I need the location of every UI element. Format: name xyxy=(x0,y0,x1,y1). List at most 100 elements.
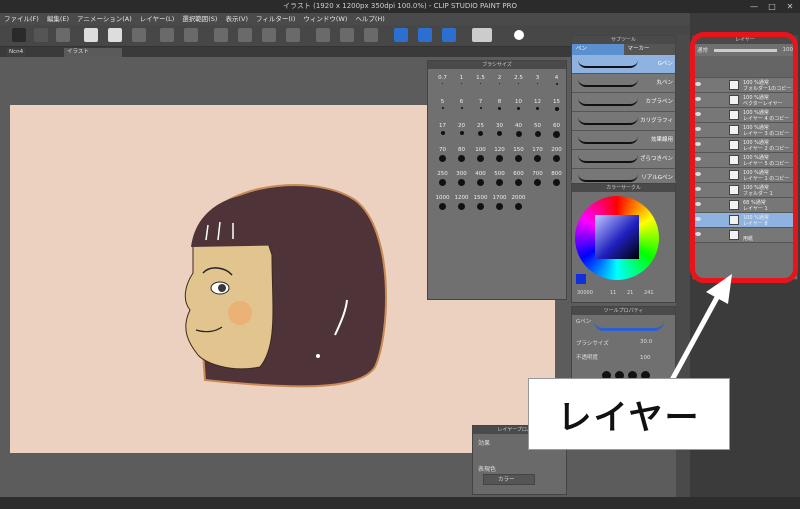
layout-icon[interactable] xyxy=(472,28,492,42)
brush-size-label: 800 xyxy=(551,171,562,177)
subtool-item[interactable]: カリグラフィ xyxy=(572,112,675,131)
brush-size-cell[interactable]: 120 xyxy=(491,147,508,167)
save-icon[interactable] xyxy=(132,28,146,42)
undo-icon[interactable] xyxy=(160,28,174,42)
subtool-list: Gペン 丸ペン カブラペン カリグラフィ 効果線用 ざらつきペン リアルGペン xyxy=(572,55,675,188)
brush-size-value[interactable]: 30.0 xyxy=(640,339,652,345)
close-button[interactable]: ✕ xyxy=(781,0,799,13)
brush-size-cell[interactable]: 1.5 xyxy=(472,75,489,95)
dropdown-icon[interactable] xyxy=(34,28,48,42)
brush-size-cell[interactable]: 1700 xyxy=(491,195,508,215)
select-icon[interactable] xyxy=(340,28,354,42)
brush-size-label: 200 xyxy=(551,147,562,153)
tab-ncn4[interactable]: Ncn4 xyxy=(6,48,27,57)
menu-file[interactable]: ファイル(F) xyxy=(4,13,39,25)
brush-size-cell[interactable]: 2.5 xyxy=(510,75,527,95)
open-file-icon[interactable] xyxy=(108,28,122,42)
new-file-icon[interactable] xyxy=(84,28,98,42)
main-color-swatch[interactable] xyxy=(576,274,586,284)
pen-icon[interactable] xyxy=(394,28,408,42)
subtool-item[interactable]: Gペン xyxy=(572,55,675,74)
menu-window[interactable]: ウィンドウ(W) xyxy=(303,13,347,25)
brush-size-cell[interactable]: 600 xyxy=(510,171,527,191)
opacity-value[interactable]: 100 xyxy=(640,355,651,361)
brush-size-cell[interactable]: 800 xyxy=(548,171,565,191)
tab-illust[interactable]: イラスト xyxy=(64,48,122,57)
brush-size-dot xyxy=(536,107,539,110)
brush-size-dot xyxy=(499,83,500,84)
fill-icon[interactable] xyxy=(316,28,330,42)
brush-size-cell[interactable]: 250 xyxy=(434,171,451,191)
brush-size-cell[interactable]: 100 xyxy=(472,147,489,167)
redo-icon[interactable] xyxy=(184,28,198,42)
brush-size-cell[interactable]: 10 xyxy=(510,99,527,119)
brush-size-cell[interactable]: 1500 xyxy=(472,195,489,215)
brush-size-cell[interactable]: 150 xyxy=(510,147,527,167)
brush-size-cell[interactable]: 2000 xyxy=(510,195,527,215)
expression-color-select[interactable]: カラー xyxy=(483,474,535,485)
brush-size-cell[interactable]: 40 xyxy=(510,123,527,143)
brush-size-cell[interactable]: 2 xyxy=(491,75,508,95)
brush-size-label: 17 xyxy=(439,123,446,129)
menu-animation[interactable]: アニメーション(A) xyxy=(77,13,132,25)
brush-size-label: 15 xyxy=(553,99,560,105)
brush-size-cell[interactable]: 170 xyxy=(529,147,546,167)
brush-size-cell[interactable]: 20 xyxy=(453,123,470,143)
subtool-tab-marker[interactable]: マーカー xyxy=(623,44,675,55)
transform-icon[interactable] xyxy=(238,28,252,42)
crop-icon[interactable] xyxy=(286,28,300,42)
brush-size-cell[interactable]: 15 xyxy=(548,99,565,119)
brush-size-cell[interactable]: 50 xyxy=(529,123,546,143)
brush-size-cell[interactable]: 500 xyxy=(491,171,508,191)
brush-size-cell[interactable]: 80 xyxy=(453,147,470,167)
brush-size-label: 5 xyxy=(440,99,445,105)
brush-size-cell[interactable]: 700 xyxy=(529,171,546,191)
brush-size-cell[interactable]: 6 xyxy=(453,99,470,119)
menu-filter[interactable]: フィルター(I) xyxy=(256,13,295,25)
brush-size-cell[interactable]: 400 xyxy=(472,171,489,191)
brush-size-cell[interactable]: 5 xyxy=(434,99,451,119)
brush-size-cell[interactable]: 1 xyxy=(453,75,470,95)
invert-icon[interactable] xyxy=(364,28,378,42)
subtool-item[interactable]: ざらつきペン xyxy=(572,150,675,169)
menu-layer[interactable]: レイヤー(L) xyxy=(140,13,175,25)
brush-size-cell[interactable]: 1000 xyxy=(434,195,451,215)
new-canvas-icon[interactable] xyxy=(56,28,70,42)
brush-size-cell[interactable]: 4 xyxy=(548,75,565,95)
brush-size-cell[interactable]: 17 xyxy=(434,123,451,143)
brush-size-cell[interactable]: 0.7 xyxy=(434,75,451,95)
maximize-button[interactable]: □ xyxy=(763,0,781,13)
menu-help[interactable]: ヘルプ(H) xyxy=(355,13,384,25)
marker-icon[interactable] xyxy=(442,28,456,42)
brush-size-cell[interactable]: 8 xyxy=(491,99,508,119)
saturation-square[interactable] xyxy=(595,215,639,259)
menu-view[interactable]: 表示(V) xyxy=(225,13,248,25)
subtool-item[interactable]: カブラペン xyxy=(572,93,675,112)
menu-edit[interactable]: 編集(E) xyxy=(47,13,69,25)
brush-icon[interactable] xyxy=(418,28,432,42)
brush-size-cell[interactable]: 3 xyxy=(529,75,546,95)
brush-size-cell[interactable]: 7 xyxy=(472,99,489,119)
brush-size-cell[interactable]: 200 xyxy=(548,147,565,167)
brush-size-cell[interactable]: 25 xyxy=(472,123,489,143)
subtool-item[interactable]: 効果線用 xyxy=(572,131,675,150)
brush-size-label: 100 xyxy=(475,147,486,153)
brush-size-cell[interactable]: 12 xyxy=(529,99,546,119)
menu-selection[interactable]: 選択範囲(S) xyxy=(182,13,217,25)
subtool-tab-pen[interactable]: ペン xyxy=(572,44,624,55)
brush-size-cell[interactable]: 30 xyxy=(491,123,508,143)
title-bar: イラスト (1920 x 1200px 350dpi 100.0%) - CLI… xyxy=(0,0,800,13)
clear-icon[interactable] xyxy=(262,28,276,42)
brush-size-cell[interactable]: 70 xyxy=(434,147,451,167)
circle-icon[interactable] xyxy=(514,30,524,40)
loading-icon[interactable] xyxy=(214,28,228,42)
brush-size-dot xyxy=(440,131,445,135)
brush-size-cell[interactable]: 300 xyxy=(453,171,470,191)
stroke-preview xyxy=(578,79,638,87)
brush-size-dot xyxy=(497,131,502,136)
brush-size-cell[interactable]: 1200 xyxy=(453,195,470,215)
grid-menu-icon[interactable] xyxy=(12,28,26,42)
brush-size-cell[interactable]: 60 xyxy=(548,123,565,143)
minimize-button[interactable]: — xyxy=(745,0,763,13)
subtool-item[interactable]: 丸ペン xyxy=(572,74,675,93)
